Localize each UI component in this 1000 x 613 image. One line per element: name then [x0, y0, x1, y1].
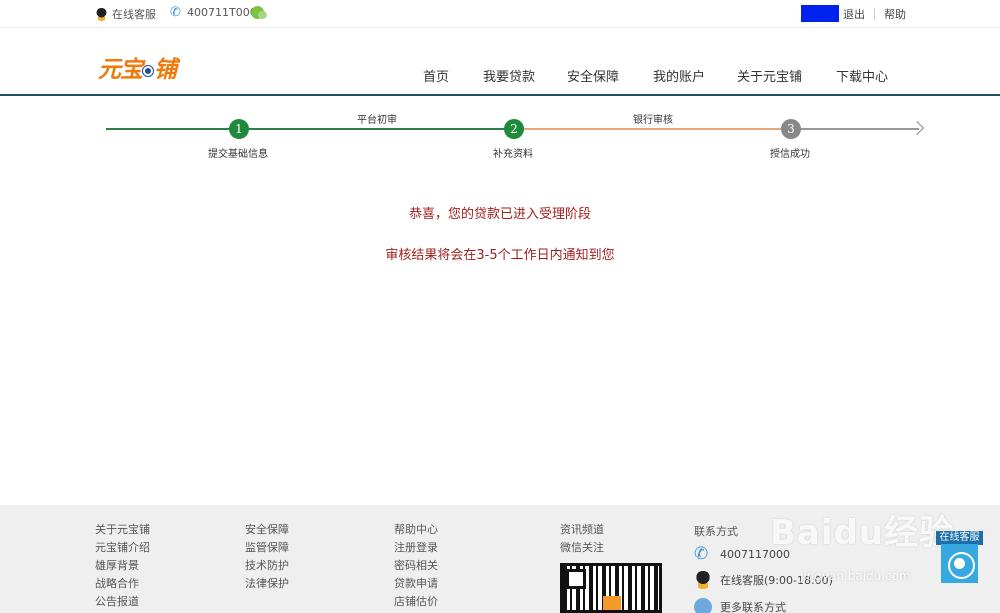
- wechat-icon: [251, 6, 267, 19]
- notice-message: 审核结果将会在3-5个工作日内通知到您: [385, 248, 615, 263]
- footer-link[interactable]: 贷款申请: [394, 577, 438, 595]
- contact-more-icon: [694, 598, 712, 613]
- step-3-marker: 3: [781, 119, 801, 139]
- footer-col-about: 关于元宝铺 元宝铺介绍 雄厚背景 战略合作 公告报道: [95, 523, 150, 613]
- loan-progress: 平台初审 银行审核 1 2 3 提交基础信息 补充资料 授信成功: [0, 100, 1000, 170]
- qq-icon: [694, 571, 712, 589]
- baidu-watermark: Baidu经验: [770, 513, 955, 553]
- qq-icon: [95, 7, 108, 21]
- baidu-watermark-url: jingyan.baidu.com: [800, 569, 911, 583]
- footer-link[interactable]: 战略合作: [95, 577, 150, 595]
- help-link[interactable]: 帮助: [884, 6, 906, 22]
- nav-security[interactable]: 安全保障: [567, 66, 619, 85]
- online-service-link[interactable]: 在线客服: [95, 6, 156, 22]
- footer-col-security: 安全保障 监管保障 技术防护 法律保护: [245, 523, 289, 595]
- footer-link[interactable]: 技术防护: [245, 559, 289, 577]
- nav-about[interactable]: 关于元宝铺: [737, 66, 802, 85]
- logout-link[interactable]: 退出: [843, 6, 865, 22]
- arrow-right-icon: [909, 120, 925, 136]
- top-bar: 在线客服 ✆ 400711T000 退出 帮助: [0, 0, 1000, 28]
- step-2-marker: 2: [504, 119, 524, 139]
- step-3-label: 授信成功: [770, 149, 810, 160]
- logo-coin-icon: [143, 66, 153, 76]
- progress-line-active: [514, 128, 791, 130]
- footer-link[interactable]: 密码相关: [394, 559, 438, 577]
- step-1-label: 提交基础信息: [208, 149, 268, 160]
- nav-download[interactable]: 下载中心: [836, 66, 888, 85]
- chat-widget-label[interactable]: 在线客服: [936, 531, 983, 545]
- footer-contact-title: 联系方式: [694, 525, 738, 538]
- contact-more-label: 更多联系方式: [720, 601, 786, 613]
- success-message: 恭喜，您的贷款已进入受理阶段: [408, 207, 591, 222]
- main-header: 元宝铺 首页 我要贷款 安全保障 我的账户 关于元宝铺 下载中心: [0, 28, 1000, 96]
- username-redacted[interactable]: [801, 5, 839, 22]
- phone-number: 400711T000: [187, 6, 257, 19]
- footer-heading[interactable]: 关于元宝铺: [95, 523, 150, 541]
- progress-line-done: [106, 128, 514, 130]
- step-2-label: 补充资料: [493, 149, 533, 160]
- phone-icon: ✆: [694, 544, 709, 564]
- nav-apply-loan[interactable]: 我要贷款: [483, 66, 535, 85]
- footer-link[interactable]: 店铺估价: [394, 595, 438, 613]
- footer-col-news: 资讯频道 微信关注: [560, 523, 604, 559]
- logo-text-end: 铺: [154, 56, 177, 83]
- phase-platform-review: 平台初审: [357, 115, 397, 126]
- footer-heading[interactable]: 资讯频道: [560, 523, 604, 541]
- phone-info: ✆ 400711T000: [170, 6, 257, 19]
- step-1-marker: 1: [229, 119, 249, 139]
- footer-link[interactable]: 监管保障: [245, 541, 289, 559]
- footer-link[interactable]: 雄厚背景: [95, 559, 150, 577]
- progress-line-pending: [791, 128, 919, 130]
- logo-text: 元宝: [98, 56, 143, 83]
- footer-link[interactable]: 微信关注: [560, 541, 604, 559]
- nav-my-account[interactable]: 我的账户: [653, 66, 705, 85]
- divider: [874, 8, 875, 20]
- footer-heading[interactable]: 安全保障: [245, 523, 289, 541]
- footer-heading[interactable]: 帮助中心: [394, 523, 438, 541]
- chat-widget-button[interactable]: [941, 544, 978, 583]
- wechat-link[interactable]: [251, 6, 268, 19]
- nav-home[interactable]: 首页: [423, 66, 449, 85]
- footer-col-help: 帮助中心 注册登录 密码相关 贷款申请 店铺估价: [394, 523, 438, 613]
- footer-link[interactable]: 元宝铺介绍: [95, 541, 150, 559]
- online-service-label: 在线客服: [112, 8, 156, 21]
- footer-link[interactable]: 注册登录: [394, 541, 438, 559]
- phase-bank-review: 银行审核: [633, 115, 673, 126]
- contact-more[interactable]: 更多联系方式: [694, 598, 786, 613]
- site-logo[interactable]: 元宝铺: [98, 50, 177, 84]
- footer-link[interactable]: 公告报道: [95, 595, 150, 613]
- phone-icon: ✆: [170, 5, 181, 20]
- footer-link[interactable]: 法律保护: [245, 577, 289, 595]
- wechat-qr-code: [560, 563, 662, 613]
